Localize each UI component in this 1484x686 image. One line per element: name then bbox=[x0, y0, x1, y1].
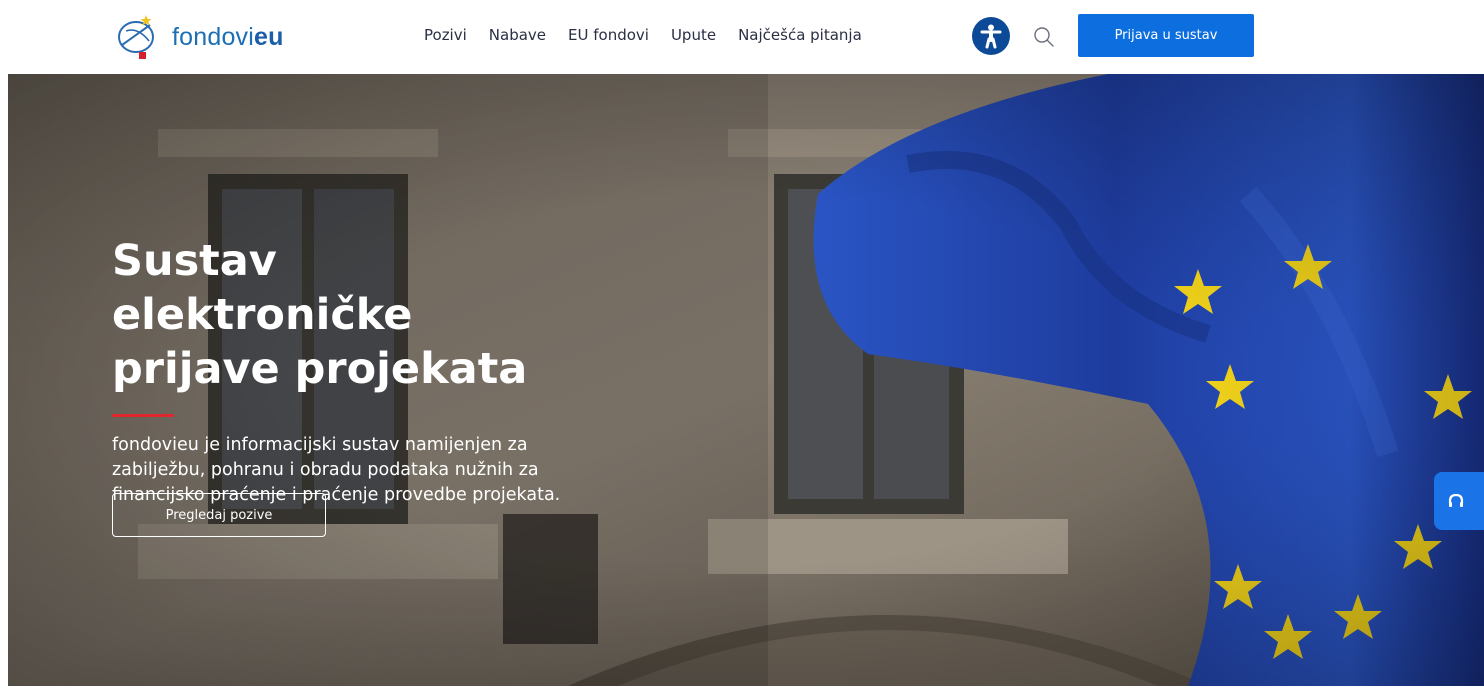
hero-banner: Sustav elektroničke prijave projekata fo… bbox=[8, 74, 1484, 686]
logo[interactable]: fondovieu bbox=[116, 10, 284, 64]
login-button[interactable]: Prijava u sustav bbox=[1078, 14, 1254, 57]
nav-item-najcesca-pitanja[interactable]: Najčešća pitanja bbox=[738, 26, 862, 44]
logo-text: fondovieu bbox=[172, 23, 284, 52]
accessibility-person-icon bbox=[980, 24, 1002, 49]
nav-item-eu-fondovi[interactable]: EU fondovi bbox=[568, 26, 649, 44]
main-nav: Pozivi Nabave EU fondovi Upute Najčešća … bbox=[424, 26, 884, 44]
nav-item-upute[interactable]: Upute bbox=[671, 26, 716, 44]
logo-text-bold: eu bbox=[254, 22, 284, 51]
search-icon bbox=[1034, 27, 1054, 47]
logo-mark-icon bbox=[118, 15, 154, 59]
support-chat-tab[interactable] bbox=[1434, 472, 1484, 530]
site-header: fondovieu Pozivi Nabave EU fondovi Upute… bbox=[0, 0, 1484, 74]
nav-item-pozivi[interactable]: Pozivi bbox=[424, 26, 467, 44]
search-button[interactable] bbox=[1031, 24, 1057, 50]
browse-calls-button[interactable]: Pregledaj pozive bbox=[112, 493, 326, 537]
accessibility-button[interactable] bbox=[972, 17, 1010, 55]
logo-text-regular: fondovi bbox=[172, 22, 255, 51]
hero-content: Sustav elektroničke prijave projekata fo… bbox=[112, 234, 672, 508]
hero-title: Sustav elektroničke prijave projekata bbox=[112, 236, 528, 394]
hero-title-divider bbox=[112, 414, 174, 417]
headset-icon bbox=[1448, 493, 1464, 507]
nav-item-nabave[interactable]: Nabave bbox=[489, 26, 546, 44]
